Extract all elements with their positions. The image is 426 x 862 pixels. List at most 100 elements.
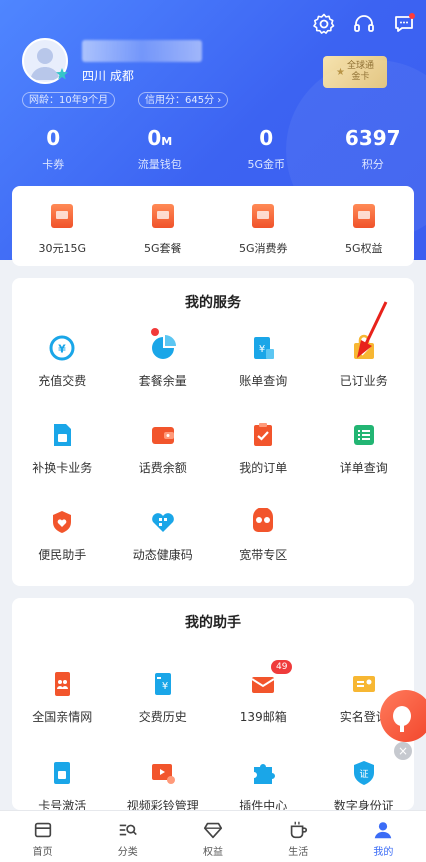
sim-card-icon: [48, 421, 76, 449]
health-code-icon: [149, 508, 177, 536]
tab-home[interactable]: 首页: [0, 811, 85, 862]
close-icon[interactable]: ×: [394, 742, 412, 760]
family-icon: [48, 670, 76, 698]
service-detail-query[interactable]: 详单查询: [314, 421, 415, 476]
tab-label: 分类: [117, 847, 138, 858]
digital-id-icon: 证: [350, 759, 378, 787]
home-icon: [34, 822, 51, 838]
tab-label: 生活: [288, 847, 309, 858]
bottom-tab-bar: 首页 分类 权益 生活 我的: [0, 810, 426, 862]
gift-icon: [352, 204, 375, 228]
service-label: 已订业务: [339, 374, 388, 388]
my-assistant-card: 我的助手 全国亲情网 ¥ 交费历史 49 139邮箱 实名登记 卡号激活 视频彩…: [12, 598, 414, 813]
category-search-icon: [119, 824, 137, 836]
quick-item-label: 5G套餐: [143, 242, 182, 255]
service-label: 便民助手: [38, 548, 87, 562]
svg-text:¥: ¥: [259, 344, 265, 355]
assist-family-net[interactable]: 全国亲情网: [12, 670, 113, 725]
headset-icon[interactable]: [352, 12, 376, 36]
service-bill-query[interactable]: ¥ 账单查询: [213, 334, 314, 389]
payment-history-icon: ¥: [149, 670, 177, 698]
service-label: 充值交费: [38, 374, 87, 388]
assist-label: 139邮箱: [239, 710, 287, 724]
coupon-icon: [252, 204, 275, 228]
service-helper[interactable]: 便民助手: [12, 508, 113, 563]
service-plan-balance[interactable]: 套餐余量: [113, 328, 214, 389]
recharge-icon: ¥: [48, 334, 76, 362]
service-recharge[interactable]: ¥ 充值交费: [12, 334, 113, 389]
notification-dot: [150, 328, 159, 336]
tab-life[interactable]: 生活: [256, 811, 341, 862]
assist-label: 全国亲情网: [32, 710, 93, 724]
assist-digital-id[interactable]: 证 数字身份证: [314, 759, 415, 814]
svg-text:¥: ¥: [58, 343, 66, 356]
service-sim-replace[interactable]: 补换卡业务: [12, 421, 113, 476]
service-label: 我的订单: [239, 461, 288, 475]
service-label: 动态健康码: [132, 548, 193, 562]
quick-item-5g-coupon[interactable]: 5G消费券: [213, 186, 314, 266]
assist-label: 交费历史: [138, 710, 187, 724]
stat-coupons[interactable]: 0 卡券: [0, 126, 107, 172]
assist-139-mail[interactable]: 49 139邮箱: [213, 660, 314, 725]
stat-label: 卡券: [42, 158, 65, 171]
quick-item-5g-rights[interactable]: 5G权益: [314, 186, 415, 266]
tab-category[interactable]: 分类: [85, 811, 170, 862]
services-grid: ¥ 充值交费 套餐余量 ¥ 账单查询 已订业务 补换卡业务 话费余额 我的订单: [12, 328, 415, 563]
user-location: 四川 成都: [82, 69, 134, 83]
message-icon[interactable]: [392, 12, 416, 36]
net-age-pill: 网龄：10年9个月: [22, 92, 116, 108]
red-arrow-annotation: [357, 301, 388, 358]
service-call-balance[interactable]: 话费余额: [113, 421, 214, 476]
service-health-code[interactable]: 动态健康码: [113, 508, 214, 563]
cup-icon: [290, 821, 308, 839]
video-ringtone-icon: [149, 759, 177, 787]
profile-icon: [375, 822, 392, 839]
stat-value: 6397: [344, 126, 401, 150]
stat-value: 0: [259, 126, 274, 150]
account-stats: 0 卡券 0M 流量钱包 0 5G金币 6397 积分: [0, 126, 426, 172]
quick-item-label: 5G权益: [344, 242, 383, 255]
tab-mine[interactable]: 我的: [341, 811, 426, 862]
service-my-orders[interactable]: 我的订单: [213, 421, 314, 476]
service-label: 详单查询: [339, 461, 388, 475]
header-actions: [312, 12, 416, 36]
wallet-icon: [149, 421, 177, 449]
credit-score-pill[interactable]: 信用分：645分 ›: [138, 92, 229, 108]
service-label: 账单查询: [239, 374, 288, 388]
credit-score-text: 信用分：645分: [145, 95, 215, 106]
stat-label: 流量钱包: [137, 158, 182, 171]
stat-points[interactable]: 6397 积分: [320, 126, 426, 172]
helper-icon: [48, 508, 76, 536]
tab-label: 我的: [373, 847, 394, 858]
stat-5g-coins[interactable]: 0 5G金币: [213, 126, 320, 172]
service-label: 话费余额: [138, 461, 187, 475]
stat-value: 0: [46, 126, 61, 150]
vip-card-line2: 金卡: [351, 72, 370, 82]
masked-username: [82, 40, 202, 62]
assist-plugin-center[interactable]: 插件中心: [213, 759, 314, 814]
id-card-icon: [350, 670, 378, 698]
stat-value: 0: [147, 126, 162, 150]
assist-payment-history[interactable]: ¥ 交费历史: [113, 670, 214, 725]
assist-card-activate[interactable]: 卡号激活: [12, 759, 113, 814]
service-broadband[interactable]: 宽带专区: [213, 508, 314, 563]
tab-rights[interactable]: 权益: [170, 811, 255, 862]
broadband-icon: [249, 508, 277, 536]
settings-icon[interactable]: [312, 12, 336, 36]
stat-label: 5G金币: [247, 158, 286, 171]
quick-item-label: 5G消费券: [238, 242, 288, 255]
vip-card-badge[interactable]: ★ 全球通 金卡: [323, 56, 387, 88]
train-ticket-icon: [51, 204, 74, 228]
vip-card-line1: 全球通: [346, 61, 374, 71]
stat-data-wallet[interactable]: 0M 流量钱包: [107, 126, 214, 172]
diamond-icon: [203, 822, 223, 839]
bill-icon: ¥: [249, 334, 277, 362]
assist-video-ringtone[interactable]: 视频彩铃管理: [113, 759, 214, 814]
service-label: 补换卡业务: [32, 461, 93, 475]
quick-item-5g-plan[interactable]: 5G套餐: [113, 186, 214, 266]
plugin-icon: [249, 759, 277, 787]
mail-icon: [249, 670, 277, 698]
quick-item-30yuan[interactable]: 30元15G: [12, 186, 113, 266]
floating-promo-ball[interactable]: [380, 690, 426, 742]
star-icon: [56, 68, 68, 80]
